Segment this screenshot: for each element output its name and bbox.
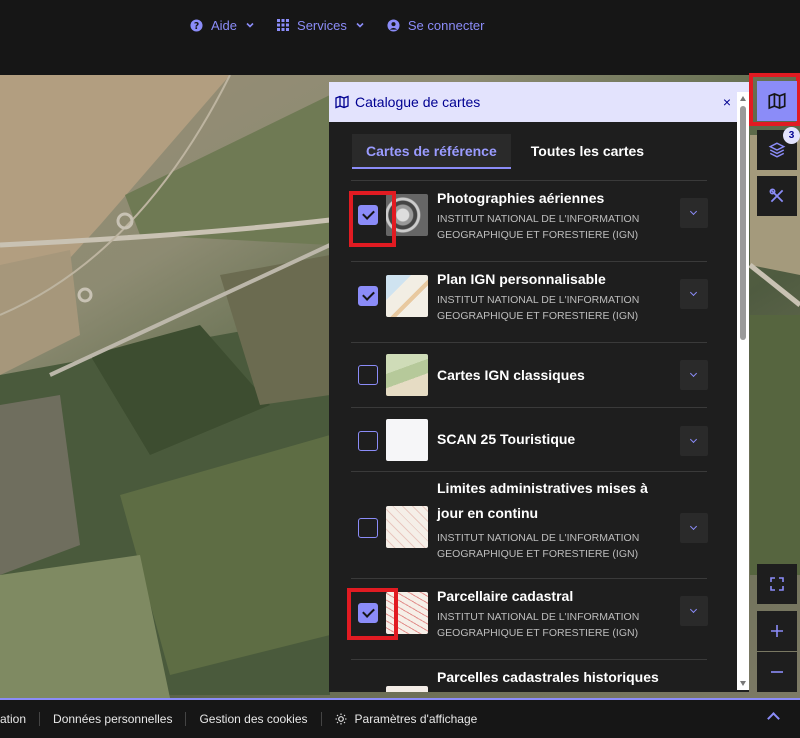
map-catalog-button[interactable] — [757, 81, 797, 121]
footer-link-cookies[interactable]: Gestion des cookies — [186, 712, 322, 726]
footer-link-display-settings[interactable]: Paramètres d'affichage — [322, 712, 491, 726]
login-label: Se connecter — [407, 17, 485, 33]
expand-button[interactable] — [680, 513, 708, 543]
grid-icon — [277, 19, 290, 31]
item-organization: INSTITUT NATIONAL DE L'INFORMATION GEOGR… — [437, 611, 640, 639]
list-item: Cartes IGN classiques — [351, 342, 708, 407]
item-name: Limites administratives mises à jour en … — [437, 480, 648, 521]
item-organization: INSTITUT NATIONAL DE L'INFORMATION GEOGR… — [437, 294, 640, 322]
layer-checkbox[interactable] — [358, 205, 378, 225]
close-button[interactable]: × — [717, 94, 737, 110]
layer-checkbox[interactable] — [358, 603, 378, 623]
list-item: Plan IGN personnalisable INSTITUT NATION… — [351, 261, 708, 342]
layer-checkbox[interactable] — [358, 365, 378, 385]
site-header: ? Aide Services Se connecter — [0, 0, 800, 75]
chevron-down-icon — [356, 22, 364, 28]
help-button[interactable]: ? Aide — [190, 14, 255, 36]
layer-checkbox[interactable] — [358, 431, 378, 451]
item-name: Parcellaire cadastral — [437, 588, 574, 604]
item-name: Photographies aériennes — [437, 190, 605, 206]
map-icon — [768, 92, 786, 110]
list-item: Parcelles cadastrales historiques — [351, 659, 707, 692]
thumbnail-aerial — [386, 194, 428, 236]
minus-icon — [771, 671, 783, 673]
thumbnail-scan25 — [386, 419, 428, 461]
thumbnail-plan — [386, 275, 428, 317]
tab-reference-maps[interactable]: Cartes de référence — [352, 134, 511, 169]
footer-link-accessibility[interactable]: ation — [0, 712, 41, 726]
login-button[interactable]: Se connecter — [387, 14, 485, 36]
item-name: Cartes IGN classiques — [437, 367, 585, 383]
chevron-down-icon — [246, 22, 254, 28]
services-label: Services — [297, 17, 347, 33]
layer-checkbox[interactable] — [358, 286, 378, 306]
item-name: SCAN 25 Touristique — [437, 431, 576, 447]
list-item: SCAN 25 Touristique — [351, 407, 708, 471]
list-item: Photographies aériennes INSTITUT NATIONA… — [351, 180, 708, 261]
thumbnail-cadastre — [386, 592, 428, 634]
panel-header: Catalogue de cartes × — [329, 82, 749, 122]
item-name: Parcelles cadastrales historiques — [437, 669, 659, 685]
layers-count-badge: 3 — [783, 127, 800, 144]
thumbnail-cadastre-historic — [386, 686, 428, 692]
services-button[interactable]: Services — [277, 14, 365, 36]
expand-button[interactable] — [680, 426, 708, 456]
site-footer: ation Données personnelles Gestion des c… — [0, 698, 800, 738]
expand-button[interactable] — [680, 279, 708, 309]
thumbnail-classic — [386, 354, 428, 396]
display-settings-label: Paramètres d'affichage — [354, 712, 478, 726]
expand-button[interactable] — [680, 360, 708, 390]
tools-icon — [769, 188, 784, 203]
zoom-in-button[interactable] — [757, 611, 797, 651]
zoom-out-button[interactable] — [757, 652, 797, 692]
fullscreen-button[interactable] — [757, 564, 797, 604]
help-circle-icon: ? — [190, 18, 203, 31]
chevron-up-icon[interactable] — [767, 712, 780, 725]
user-icon — [387, 18, 400, 32]
list-item: Limites administratives mises à jour en … — [351, 471, 708, 578]
scroll-up-arrow[interactable] — [740, 96, 746, 101]
thumbnail-admin-limits — [386, 506, 428, 548]
item-organization: INSTITUT NATIONAL DE L'INFORMATION GEOGR… — [437, 532, 640, 560]
footer-link-personal-data[interactable]: Données personnelles — [40, 712, 187, 726]
catalog-tabs: Cartes de référence Toutes les cartes — [352, 134, 658, 169]
map-icon — [335, 95, 349, 109]
tab-all-maps[interactable]: Toutes les cartes — [517, 134, 658, 169]
scroll-down-arrow[interactable] — [740, 681, 746, 686]
plus-icon — [771, 625, 783, 637]
sun-icon — [335, 713, 347, 725]
list-item: Parcellaire cadastral INSTITUT NATIONAL … — [351, 578, 708, 659]
header-nav: ? Aide Services Se connecter — [190, 14, 485, 36]
fullscreen-icon — [770, 577, 784, 591]
tools-button[interactable] — [757, 176, 797, 216]
layers-icon — [768, 142, 786, 158]
expand-button[interactable] — [680, 596, 708, 626]
expand-button[interactable] — [680, 198, 708, 228]
item-organization: INSTITUT NATIONAL DE L'INFORMATION GEOGR… — [437, 213, 640, 241]
panel-scrollbar[interactable] — [737, 92, 749, 690]
layer-checkbox[interactable] — [358, 518, 378, 538]
scrollbar-thumb[interactable] — [740, 106, 746, 340]
svg-text:?: ? — [194, 20, 199, 31]
map-catalog-panel: Catalogue de cartes × Cartes de référenc… — [329, 82, 749, 692]
item-name: Plan IGN personnalisable — [437, 271, 606, 287]
help-label: Aide — [211, 17, 238, 33]
panel-title: Catalogue de cartes — [355, 94, 481, 110]
